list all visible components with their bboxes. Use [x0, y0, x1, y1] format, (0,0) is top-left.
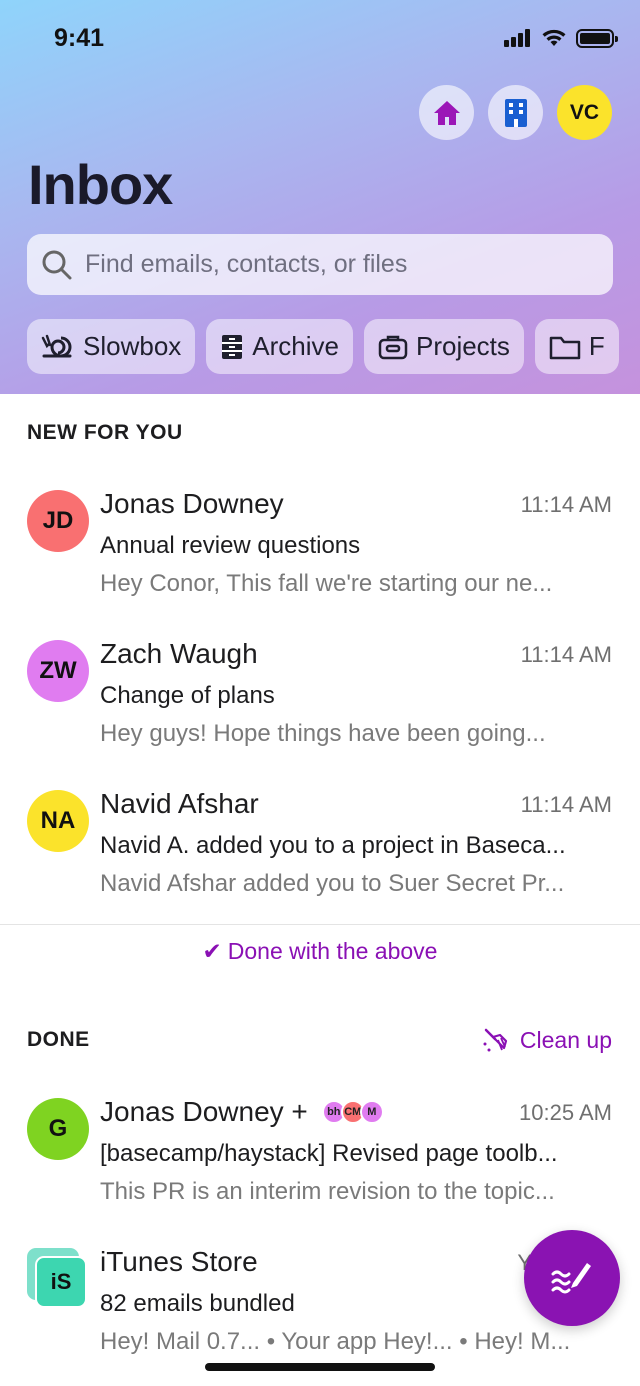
- status-time: 9:41: [54, 24, 105, 52]
- email-row[interactable]: ZW Zach Waugh 11:14 AM Change of plans H…: [0, 620, 640, 770]
- archive-icon: [222, 334, 243, 359]
- checkmark-icon: ✔: [202, 938, 222, 964]
- profile-avatar-button[interactable]: VC: [557, 85, 612, 140]
- chip-projects[interactable]: Projects: [363, 319, 524, 374]
- email-time: 10:25 AM: [519, 1100, 612, 1125]
- status-icons: [504, 28, 618, 48]
- email-row[interactable]: NA Navid Afshar 11:14 AM Navid A. added …: [0, 770, 640, 920]
- email-time: 11:14 AM: [520, 642, 612, 667]
- snail-icon: [41, 334, 72, 357]
- avatar: JD: [27, 490, 89, 552]
- page-title: Inbox: [28, 153, 173, 216]
- compose-pen-icon: [551, 1263, 591, 1294]
- bundle-avatar: iS: [27, 1248, 89, 1310]
- search-input[interactable]: [85, 250, 585, 279]
- section-new-for-you: NEW FOR YOU: [27, 421, 183, 444]
- chip-folder-label: F: [588, 331, 605, 361]
- home-indicator: [205, 1363, 435, 1371]
- sender-name: Zach Waugh: [100, 638, 258, 669]
- chip-slowbox-label: Slowbox: [83, 331, 182, 361]
- clean-up-button[interactable]: Clean up: [482, 1026, 612, 1054]
- email-preview: Hey! Mail 0.7... • Your app Hey!... • He…: [100, 1328, 571, 1355]
- chip-archive[interactable]: Archive: [206, 319, 353, 374]
- avatar: ZW: [27, 640, 89, 702]
- sender-name: Jonas Downey + bh CM M: [100, 1096, 384, 1128]
- briefcase-icon: [378, 335, 408, 359]
- chip-archive-label: Archive: [252, 331, 339, 361]
- sender-label: Jonas Downey +: [100, 1096, 308, 1127]
- section-done: DONE: [27, 1028, 90, 1051]
- clean-up-label: Clean up: [519, 1026, 612, 1053]
- sender-name: Jonas Downey: [100, 488, 284, 519]
- participant-avatar: M: [359, 1100, 384, 1124]
- chip-slowbox[interactable]: Slowbox: [27, 319, 196, 374]
- done-with-above-label: Done with the above: [227, 938, 438, 964]
- compose-button[interactable]: [524, 1230, 620, 1326]
- avatar: G: [27, 1098, 89, 1160]
- avatar: NA: [27, 790, 89, 852]
- divider: [0, 924, 640, 925]
- building-icon: [504, 98, 527, 127]
- battery-icon: [576, 28, 618, 48]
- email-time: 11:14 AM: [520, 792, 612, 817]
- folder-chips: Slowbox Archive Projects F: [27, 319, 619, 374]
- building-button[interactable]: [488, 85, 543, 140]
- email-preview: Hey guys! Hope things have been going...: [100, 720, 546, 747]
- broom-icon: [483, 1028, 508, 1052]
- email-subject: [basecamp/haystack] Revised page toolb..…: [100, 1140, 558, 1167]
- signal-icon: [504, 29, 532, 47]
- wifi-icon: [542, 29, 566, 46]
- email-row[interactable]: G Jonas Downey + bh CM M 10:25 AM [basec…: [0, 1078, 640, 1228]
- folder-icon: [549, 336, 581, 359]
- home-button[interactable]: [419, 85, 474, 140]
- email-preview: Hey Conor, This fall we're starting our …: [100, 570, 553, 597]
- email-subject: Navid A. added you to a project in Basec…: [100, 832, 566, 859]
- email-preview: This PR is an interim revision to the to…: [100, 1178, 555, 1205]
- chip-folder[interactable]: F: [534, 319, 619, 374]
- done-with-above-button[interactable]: ✔ Done with the above: [0, 938, 640, 965]
- header: 9:41 VC Inbox Find emails, contacts, or …: [0, 0, 640, 394]
- search-bar[interactable]: [27, 234, 613, 295]
- email-time: 11:14 AM: [520, 492, 612, 517]
- email-subject: Change of plans: [100, 682, 275, 709]
- email-subject: Annual review questions: [100, 532, 361, 559]
- chip-projects-label: Projects: [415, 331, 510, 361]
- participant-avatars: bh CM M: [321, 1100, 384, 1124]
- bundle-initials: iS: [35, 1256, 87, 1308]
- top-icons: VC: [419, 85, 612, 140]
- sender-name: Navid Afshar: [100, 788, 259, 819]
- email-row[interactable]: JD Jonas Downey 11:14 AM Annual review q…: [0, 470, 640, 620]
- sender-name: iTunes Store: [100, 1246, 258, 1277]
- house-icon: [433, 100, 460, 125]
- email-preview: Navid Afshar added you to Suer Secret Pr…: [100, 870, 565, 897]
- search-icon: [42, 250, 72, 279]
